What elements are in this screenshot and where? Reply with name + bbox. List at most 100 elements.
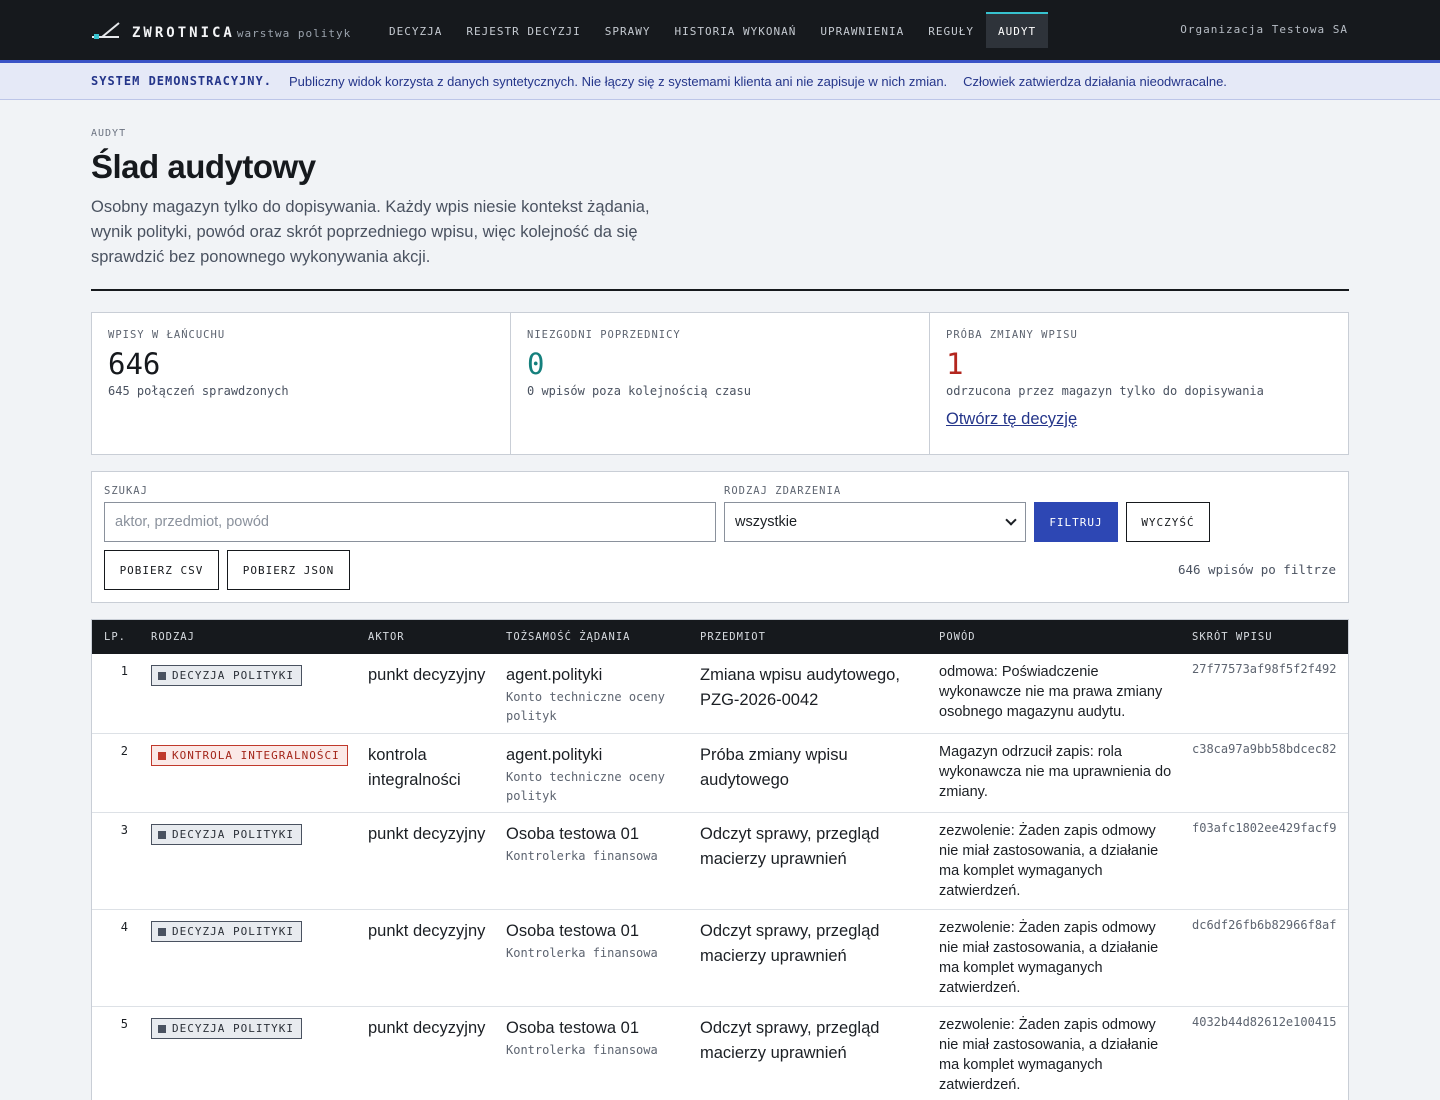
entry-hash: 4032b44d82612e100415 <box>1192 1015 1337 1029</box>
badge-label: DECYZJA POLITYKI <box>172 1022 294 1035</box>
nav-historia-wykonan[interactable]: HISTORIA WYKONAŃ <box>662 12 808 48</box>
download-csv-button[interactable]: POBIERZ CSV <box>104 550 219 590</box>
actor-cell: punkt decyzyjny <box>368 825 486 843</box>
table-row[interactable]: 2 KONTROLA INTEGRALNOŚCI kontrola integr… <box>92 734 1348 813</box>
identity-name: agent.polityki <box>506 666 603 684</box>
demo-banner: SYSTEM DEMONSTRACYJNY. Publiczny widok k… <box>0 60 1440 100</box>
reason-cell: zezwolenie: Żaden zapis odmowy nie miał … <box>939 920 1159 996</box>
nav-decyzja[interactable]: DECYZJA <box>377 12 454 48</box>
column-header-lp[interactable]: LP. <box>104 631 126 643</box>
identity-role: Konto techniczne oceny polityk <box>506 770 665 803</box>
event-type-badge: DECYZJA POLITYKI <box>151 921 302 942</box>
badge-square-icon <box>158 671 166 680</box>
identity-role: Kontrolerka finansowa <box>506 1043 658 1057</box>
identity-role: Kontrolerka finansowa <box>506 849 658 863</box>
nav-sprawy[interactable]: SPRAWY <box>593 12 663 48</box>
badge-square-icon <box>158 1024 166 1033</box>
switch-logo-icon <box>92 22 120 39</box>
column-header-hash[interactable]: SKRÓT WPISU <box>1192 631 1273 643</box>
identity-name: Osoba testowa 01 <box>506 1019 639 1037</box>
nav-rejestr-decyzji[interactable]: REJESTR DECYZJI <box>454 12 592 48</box>
badge-label: DECYZJA POLITYKI <box>172 828 294 841</box>
page-description: Osobny magazyn tylko do dopisywania. Każ… <box>91 198 650 266</box>
row-number: 2 <box>120 744 128 758</box>
event-type-badge: DECYZJA POLITYKI <box>151 665 302 686</box>
page-title: Ślad audytowy <box>91 148 316 185</box>
badge-square-icon <box>158 830 166 839</box>
table-row[interactable]: 1 DECYZJA POLITYKI punkt decyzyjny agent… <box>92 654 1348 734</box>
brand[interactable]: ZWROTNICA warstwa polityk <box>91 19 351 41</box>
search-input[interactable] <box>104 502 716 542</box>
column-header-actor[interactable]: AKTOR <box>368 631 405 643</box>
badge-square-icon <box>158 751 166 760</box>
banner-text-approval: Człowiek zatwierdza działania nieodwraca… <box>963 73 1227 89</box>
table-row[interactable]: 3 DECYZJA POLITYKI punkt decyzyjny Osoba… <box>92 813 1348 910</box>
stat-value: 0 <box>527 347 545 381</box>
stat-tamper-attempt: PRÓBA ZMIANY WPISU 1 odrzucona przez mag… <box>930 313 1348 454</box>
stat-value: 1 <box>946 347 964 381</box>
reason-cell: zezwolenie: Żaden zapis odmowy nie miał … <box>939 823 1159 899</box>
stat-label: PRÓBA ZMIANY WPISU <box>946 329 1078 341</box>
subject-cell: Próba zmiany wpisu audytowego <box>700 746 848 789</box>
reason-cell: Magazyn odrzucił zapis: rola wykonawcza … <box>939 744 1172 800</box>
audit-stats: WPISY W ŁAŃCUCHU 646 645 połączeń sprawd… <box>91 312 1349 455</box>
column-header-type[interactable]: RODZAJ <box>151 631 195 643</box>
column-header-reason[interactable]: POWÓD <box>939 631 976 643</box>
filter-button[interactable]: FILTRUJ <box>1034 502 1118 542</box>
stat-chain-entries: WPISY W ŁAŃCUCHU 646 645 połączeń sprawd… <box>92 313 511 454</box>
banner-text: Publiczny widok korzysta z danych syntet… <box>288 73 948 89</box>
open-decision-link[interactable]: Otwórz tę decyzję <box>946 410 1077 429</box>
nav-reguly[interactable]: REGUŁY <box>916 12 986 48</box>
nav-audyt[interactable]: AUDYT <box>986 12 1049 48</box>
table-row[interactable]: 5 DECYZJA POLITYKI punkt decyzyjny Osoba… <box>92 1007 1348 1100</box>
filter-panel: SZUKAJ RODZAJ ZDARZENIA wszystkie FILTRU… <box>91 471 1349 603</box>
column-header-subject[interactable]: PRZEDMIOT <box>700 631 766 643</box>
identity-cell: Osoba testowa 01 Kontrolerka finansowa <box>506 1016 696 1060</box>
banner-tag: SYSTEM DEMONSTRACYJNY. <box>91 74 272 88</box>
entry-hash: f03afc1802ee429facf9 <box>1192 821 1337 835</box>
identity-cell: agent.polityki Konto techniczne oceny po… <box>506 743 696 806</box>
identity-name: agent.polityki <box>506 746 603 764</box>
brand-subtitle: warstwa polityk <box>236 27 352 40</box>
identity-role: Konto techniczne oceny polityk <box>506 690 665 723</box>
event-type-value: wszystkie <box>735 514 798 530</box>
page-eyebrow: AUDYT <box>91 128 127 139</box>
stat-note: 645 połączeń sprawdzonych <box>108 384 289 398</box>
event-type-label: RODZAJ ZDARZENIA <box>724 485 842 497</box>
badge-label: DECYZJA POLITYKI <box>172 669 294 682</box>
identity-name: Osoba testowa 01 <box>506 922 639 940</box>
download-json-button[interactable]: POBIERZ JSON <box>227 550 350 590</box>
row-number: 5 <box>120 1017 128 1031</box>
entry-hash: 27f77573af98f5f2f492 <box>1192 662 1337 676</box>
organization-name[interactable]: Organizacja Testowa SA <box>1180 23 1348 36</box>
identity-cell: Osoba testowa 01 Kontrolerka finansowa <box>506 919 696 963</box>
identity-role: Kontrolerka finansowa <box>506 946 658 960</box>
search-label: SZUKAJ <box>104 485 148 497</box>
identity-name: Osoba testowa 01 <box>506 825 639 843</box>
event-type-badge: KONTROLA INTEGRALNOŚCI <box>151 745 348 766</box>
actor-cell: kontrola integralności <box>368 746 461 789</box>
column-header-identity[interactable]: TOŻSAMOŚĆ ŻĄDANIA <box>506 631 630 643</box>
reason-cell: odmowa: Poświadczenie wykonawcze nie ma … <box>939 664 1163 720</box>
badge-square-icon <box>158 927 166 936</box>
stat-note: odrzucona przez magazyn tylko do dopisyw… <box>946 384 1264 398</box>
event-type-select[interactable]: wszystkie <box>724 502 1026 542</box>
stat-label: WPISY W ŁAŃCUCHU <box>108 329 226 341</box>
event-type-badge: DECYZJA POLITYKI <box>151 1018 302 1039</box>
header-divider <box>91 289 1349 291</box>
stat-label: NIEZGODNI POPRZEDNICY <box>527 329 681 341</box>
actor-cell: punkt decyzyjny <box>368 666 486 684</box>
identity-cell: agent.polityki Konto techniczne oceny po… <box>506 663 696 726</box>
actor-cell: punkt decyzyjny <box>368 922 486 940</box>
badge-label: DECYZJA POLITYKI <box>172 925 294 938</box>
top-nav-bar: ZWROTNICA warstwa polityk DECYZJA REJEST… <box>0 0 1440 60</box>
chevron-down-icon <box>1005 514 1017 526</box>
audit-table: LP. RODZAJ AKTOR TOŻSAMOŚĆ ŻĄDANIA PRZED… <box>91 619 1349 1100</box>
nav-uprawnienia[interactable]: UPRAWNIENIA <box>808 12 916 48</box>
table-row[interactable]: 4 DECYZJA POLITYKI punkt decyzyjny Osoba… <box>92 910 1348 1007</box>
row-number: 1 <box>120 664 128 678</box>
subject-cell: Zmiana wpisu audytowego, PZG-2026-0042 <box>700 666 900 709</box>
clear-button[interactable]: WYCZYŚĆ <box>1126 502 1210 542</box>
brand-name: ZWROTNICA <box>132 25 235 41</box>
row-number: 3 <box>120 823 128 837</box>
